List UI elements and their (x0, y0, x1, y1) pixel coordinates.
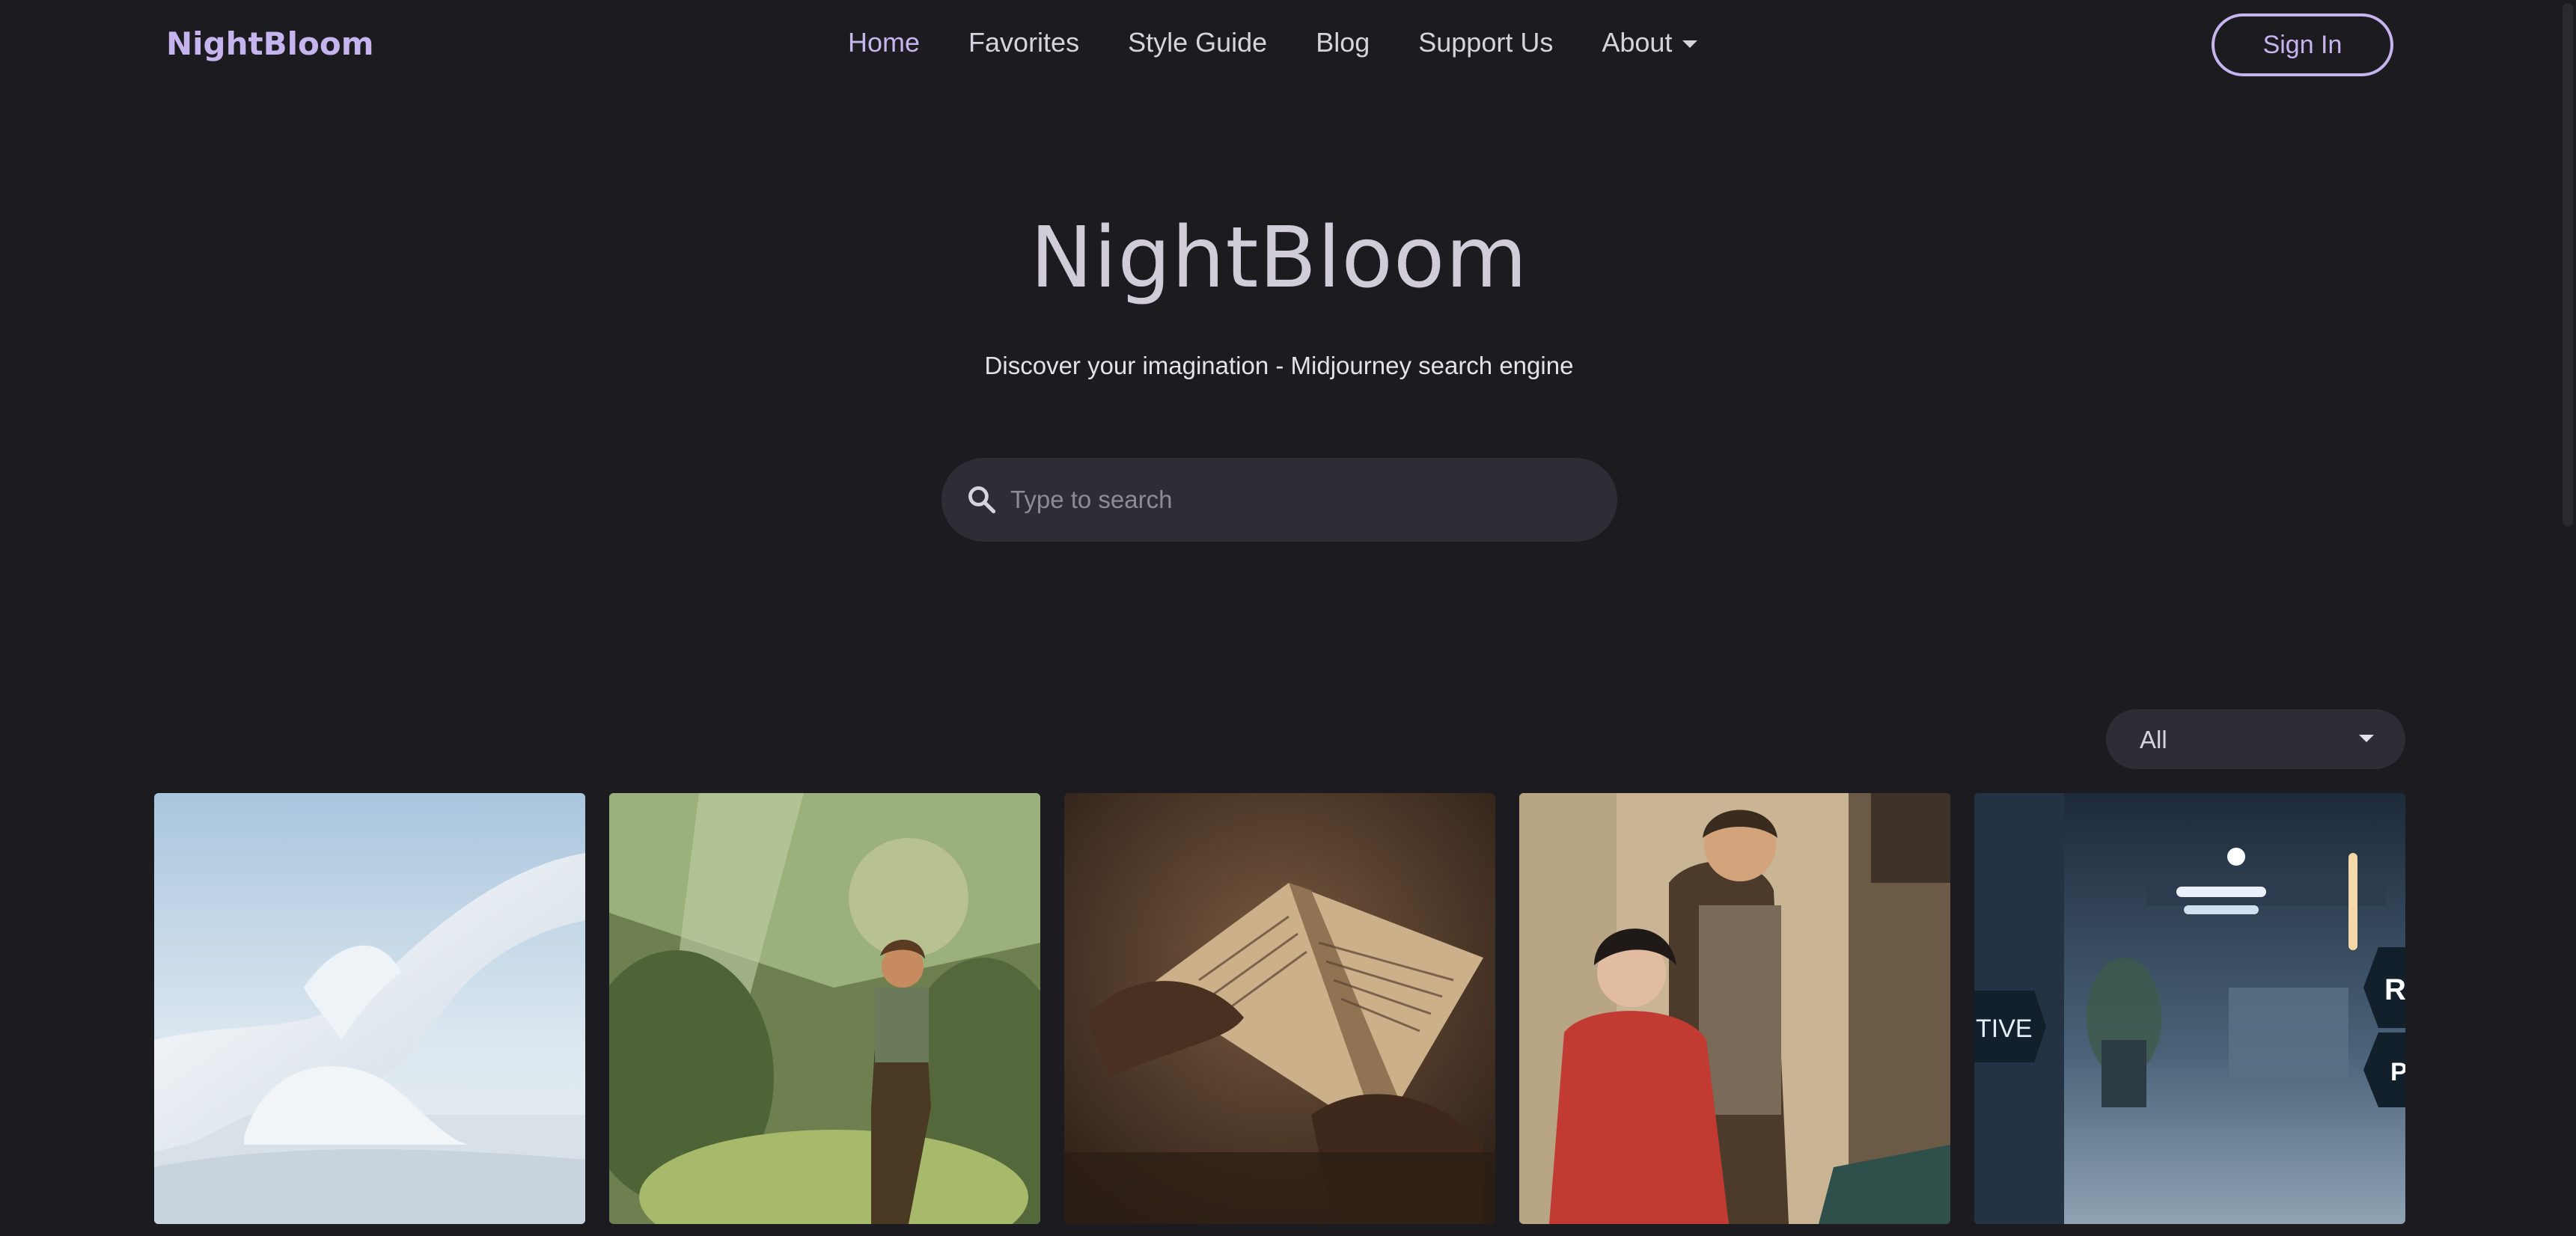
nav-link-support-us[interactable]: Support Us (1418, 27, 1553, 58)
image-architecture (154, 793, 585, 1224)
search-input[interactable] (1010, 477, 1594, 522)
nav-links: Home Favorites Style Guide Blog Support … (848, 27, 1698, 58)
gallery-image-card[interactable] (1064, 793, 1495, 1224)
hero-title: NightBloom (1030, 209, 1528, 307)
chevron-down-icon (1682, 40, 1698, 48)
gallery-image-card[interactable] (154, 793, 585, 1224)
logo[interactable]: NightBloom (166, 25, 373, 62)
sign-in-button[interactable]: Sign In (2212, 13, 2393, 76)
hallway-overlay-text: TIVE (1976, 1015, 2033, 1043)
nav-link-about[interactable]: About (1602, 27, 1698, 58)
nav-link-blog[interactable]: Blog (1316, 27, 1370, 58)
nav-link-home[interactable]: Home (848, 27, 920, 58)
gallery-image-card[interactable]: TIVE RI P (1974, 793, 2405, 1224)
page: NightBloom Home Favorites Style Guide Bl… (0, 0, 2576, 1236)
scrollbar[interactable] (2560, 0, 2576, 1236)
category-filter-select[interactable]: All (2106, 709, 2405, 769)
top-nav: NightBloom Home Favorites Style Guide Bl… (0, 0, 2576, 90)
nav-link-style-guide[interactable]: Style Guide (1128, 27, 1267, 58)
image-vintage-couple (1519, 793, 1950, 1224)
gallery-image-card[interactable] (609, 793, 1040, 1224)
nav-link-favorites[interactable]: Favorites (968, 27, 1079, 58)
nav-link-about-label: About (1602, 27, 1673, 58)
hallway-overlay-text: P (2390, 1058, 2405, 1086)
gallery-image-card[interactable] (1519, 793, 1950, 1224)
scrollbar-thumb[interactable] (2563, 3, 2573, 527)
image-ancient-book (1064, 793, 1495, 1224)
chevron-down-icon (2359, 735, 2374, 742)
hallway-overlay-text: RI (2384, 973, 2405, 1006)
filter-selected-value: All (2140, 726, 2167, 753)
image-office-hallway: TIVE RI P (1974, 793, 2405, 1224)
image-forest-boy (609, 793, 1040, 1224)
search-bar[interactable] (941, 458, 1617, 542)
search-icon (968, 486, 996, 514)
hero-subtitle: Discover your imagination - Midjourney s… (984, 352, 1574, 379)
